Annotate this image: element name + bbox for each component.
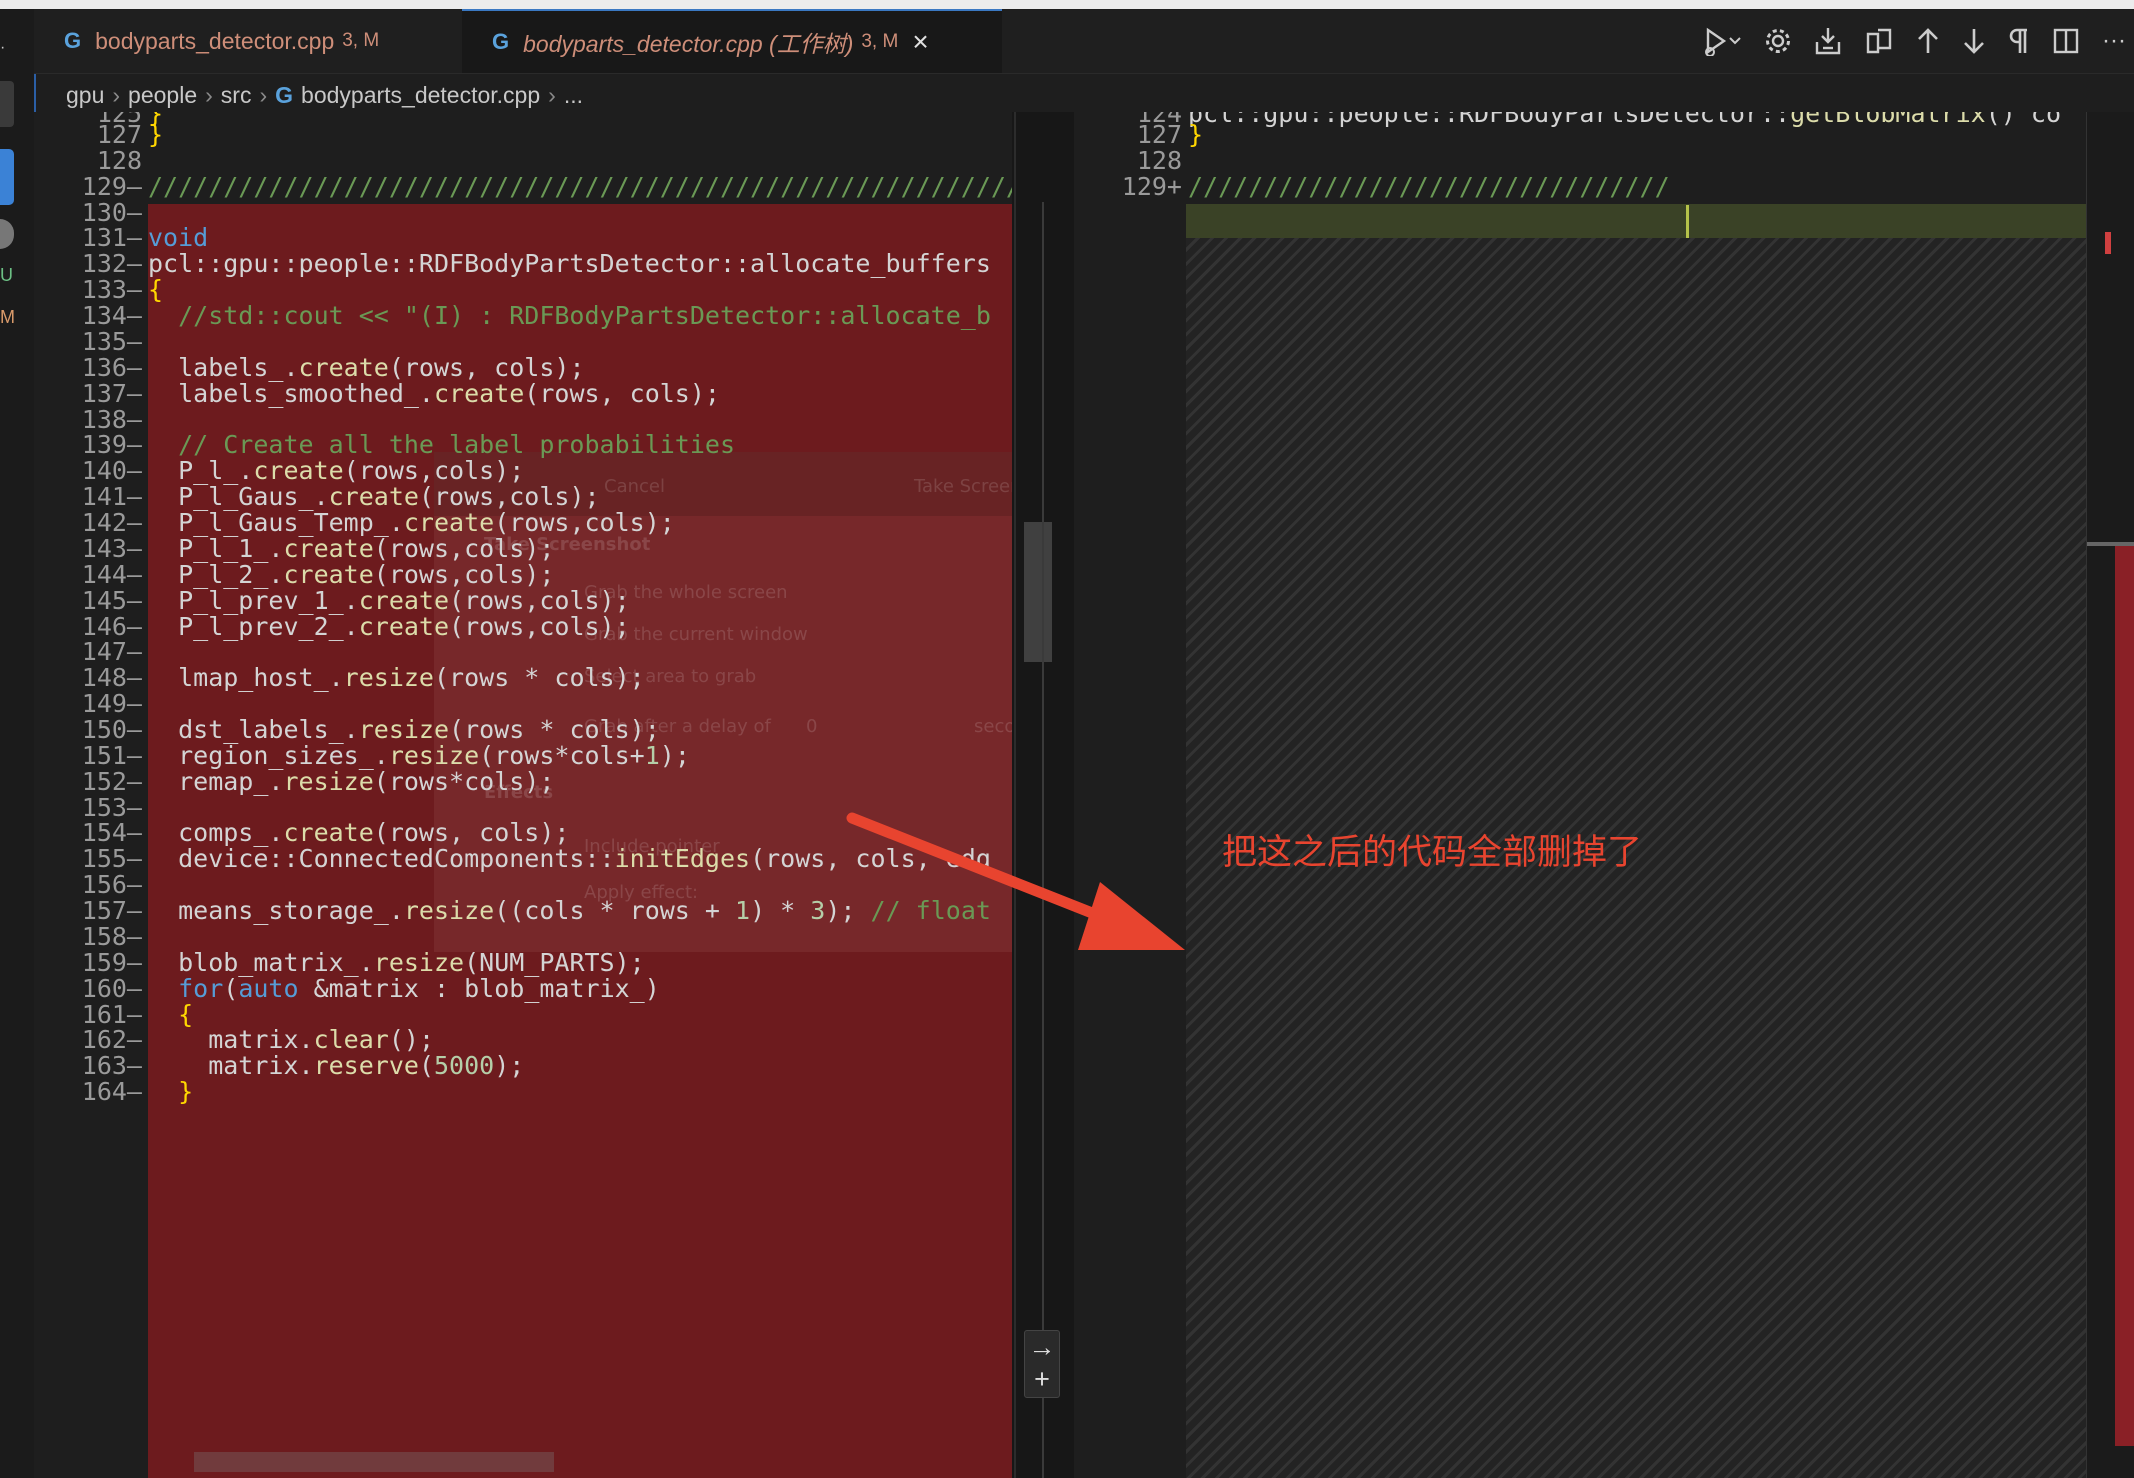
overview-ruler xyxy=(2086,112,2134,1478)
breadcrumb-item[interactable]: people xyxy=(128,82,197,109)
diff-original-pane[interactable]: Cancel Take Screenshot Take Screenshot G… xyxy=(34,112,1012,1478)
horizontal-scrollbar[interactable] xyxy=(194,1452,554,1472)
cpp-file-icon: G xyxy=(275,81,294,108)
split-editor-icon[interactable] xyxy=(2052,27,2080,55)
close-tab-icon[interactable]: × xyxy=(912,26,928,58)
revert-block-button[interactable]: → + xyxy=(1024,1330,1060,1398)
scroll-thumb[interactable] xyxy=(1024,522,1052,662)
modified-code-line[interactable]: 129+//////////////////////////////// xyxy=(1074,169,2052,204)
line-number: 164— xyxy=(81,1077,142,1107)
cpp-file-icon: G xyxy=(492,29,510,54)
breadcrumb-item[interactable]: gpu xyxy=(66,82,104,109)
chevron-right-icon: › xyxy=(112,81,121,108)
activity-item[interactable] xyxy=(0,81,14,127)
title-strip xyxy=(0,0,2134,9)
annotation-arrow xyxy=(840,800,1200,975)
code-text: } xyxy=(178,1077,194,1107)
annotation-text: 把这之后的代码全部删掉了 xyxy=(1222,833,1643,873)
gear-icon[interactable] xyxy=(1764,27,1792,55)
run-icon[interactable] xyxy=(1702,26,1742,56)
stage-icon[interactable] xyxy=(1814,26,1842,56)
chevron-right-icon: › xyxy=(548,81,556,108)
pilcrow-icon[interactable] xyxy=(2008,26,2030,56)
breadcrumb-item[interactable]: ... xyxy=(564,82,583,109)
tab-badge: 3, M xyxy=(861,31,899,52)
tab-label: bodyparts_detector.cpp xyxy=(95,27,335,54)
ruler-marker xyxy=(2105,232,2111,254)
tab-badge: 3, M xyxy=(342,30,380,51)
activity-bar: U M · xyxy=(0,9,36,1478)
breadcrumb: gpu › people › src › G bodyparts_detecto… xyxy=(66,78,583,112)
tab-bodyparts-detector-worktree[interactable]: G bodyparts_detector.cpp (工作树) 3, M × xyxy=(462,9,1002,73)
diff-modified-pane[interactable]: 124 pcl::gpu::people::RDFBodyPartsDetecto… xyxy=(1074,112,2134,1478)
plus-icon[interactable]: + xyxy=(1025,1363,1059,1395)
tab-label: bodyparts_detector.cpp (工作树) xyxy=(523,31,854,57)
overview-ruler xyxy=(1014,112,1016,1478)
open-file-icon[interactable] xyxy=(1864,26,1894,56)
code-text: //////////////////////////////// xyxy=(1188,171,1670,201)
breadcrumb-item[interactable]: src xyxy=(221,82,252,109)
arrow-up-icon[interactable] xyxy=(1916,26,1940,56)
more-actions-icon[interactable]: ··· xyxy=(2102,27,2126,55)
breadcrumb-item[interactable]: bodyparts_detector.cpp xyxy=(301,82,540,109)
text-cursor xyxy=(1686,205,1689,238)
activity-item-active[interactable] xyxy=(0,149,14,205)
line-number: 129+ xyxy=(1121,171,1182,201)
ruler-thumb[interactable] xyxy=(2087,542,2134,546)
tab-bodyparts-detector[interactable]: G bodyparts_detector.cpp 3, M xyxy=(64,9,494,73)
diff-sash: → + xyxy=(1012,112,1074,1478)
cpp-file-icon: G xyxy=(64,28,82,53)
added-line-highlight xyxy=(1186,204,2086,238)
arrow-down-icon[interactable] xyxy=(1962,26,1986,56)
chevron-right-icon: › xyxy=(205,81,213,108)
ruler-deleted-mark xyxy=(2115,546,2134,1446)
original-code-line[interactable]: 164— } xyxy=(34,1074,1012,1109)
editor-toolbar: ··· xyxy=(1702,9,2126,73)
activity-badge-m: M xyxy=(0,307,15,327)
activity-dot: · xyxy=(0,39,6,56)
activity-badge-u: U xyxy=(0,265,13,285)
chevron-right-icon: › xyxy=(259,81,268,108)
accounts-icon[interactable] xyxy=(0,219,14,249)
arrow-right-icon[interactable]: → xyxy=(1025,1331,1059,1363)
